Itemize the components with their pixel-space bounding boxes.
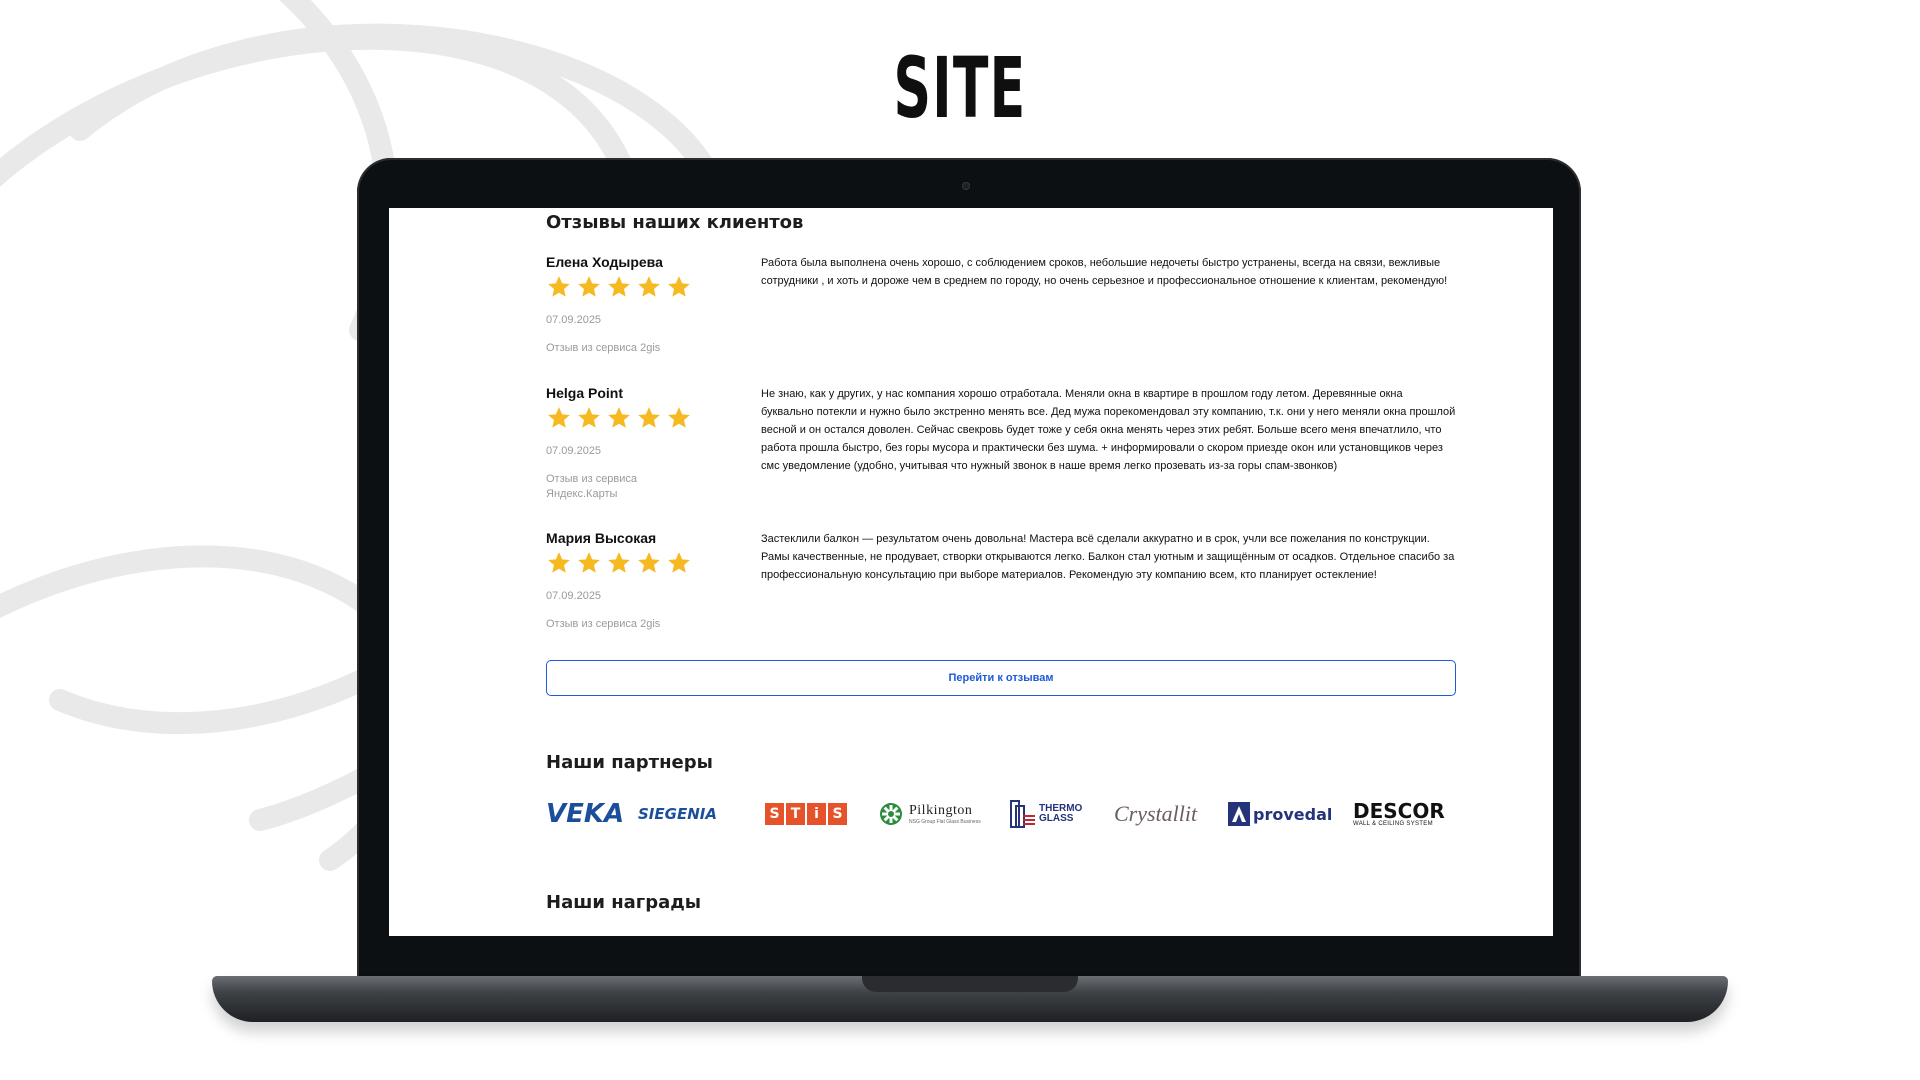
webcam-icon	[962, 182, 970, 190]
star-icon	[578, 552, 600, 573]
partners-section-title: Наши партнеры	[546, 752, 713, 773]
pilkington-subtitle: NSG Group Flat Glass Business	[909, 819, 981, 825]
laptop-base	[212, 976, 1728, 1022]
page-headline: SITE	[893, 39, 1027, 137]
star-icon	[638, 407, 660, 428]
rating-stars	[546, 550, 692, 576]
star-icon	[668, 276, 690, 297]
crystallit-logo: Crystallit	[1114, 801, 1198, 826]
descor-wordmark: DESCOR	[1353, 799, 1445, 823]
glass-wordmark: GLASS	[1039, 813, 1074, 824]
review-date: 07.09.2025	[546, 445, 602, 457]
star-icon	[638, 552, 660, 573]
provedal-emblem-icon	[1228, 802, 1250, 826]
star-icon	[638, 276, 660, 297]
star-icon	[608, 552, 630, 573]
go-to-reviews-button[interactable]: Перейти к отзывам	[546, 660, 1456, 696]
review-text: Работа была выполнена очень хорошо, с со…	[761, 257, 1448, 287]
reviewer-name: Мария Высокая	[546, 530, 657, 546]
descor-subtitle: WALL & CEILING SYSTEM	[1353, 821, 1433, 827]
star-icon	[578, 407, 600, 428]
star-icon	[578, 276, 600, 297]
pilkington-emblem-icon	[880, 803, 902, 825]
thermoglass-logo: THERMO GLASS	[1009, 792, 1082, 836]
laptop-screen: Отзывы наших клиентов Елена Ходырева 07.…	[389, 208, 1553, 936]
reviewer-name: Helga Point	[546, 385, 624, 401]
rating-stars	[546, 405, 692, 431]
veka-logo: VEKA	[546, 799, 625, 829]
pilkington-wordmark: Pilkington	[909, 803, 973, 818]
stis-letter: S	[828, 803, 847, 825]
review-date: 07.09.2025	[546, 590, 602, 602]
review-source: Отзыв из сервиса 2gis	[546, 618, 661, 630]
star-icon	[608, 276, 630, 297]
awards-section-title: Наши награды	[546, 892, 702, 913]
descor-logo: DESCOR WALL & CEILING SYSTEM	[1353, 792, 1445, 836]
stis-letter: S	[765, 803, 784, 825]
review-text: Застеклили балкон — результатом очень до…	[761, 533, 1455, 581]
review-source: Отзыв из сервиса Яндекс.Карты	[546, 473, 638, 500]
review-source: Отзыв из сервиса 2gis	[546, 342, 661, 354]
pilkington-logo: Pilkington NSG Group Flat Glass Business	[879, 792, 981, 836]
partners-logo-row: VEKA SIEGENIA S T i S Pilkington NSG Gro…	[546, 792, 1456, 836]
star-icon	[548, 552, 570, 573]
star-icon	[548, 407, 570, 428]
provedal-wordmark: provedal	[1253, 804, 1333, 824]
thermoglass-emblem-icon	[1010, 800, 1035, 828]
rating-stars	[546, 274, 692, 300]
laptop-mockup: Отзывы наших клиентов Елена Ходырева 07.…	[357, 158, 1581, 980]
review-text: Не знаю, как у других, у нас компания хо…	[761, 388, 1456, 472]
review-date: 07.09.2025	[546, 314, 602, 326]
reviews-section-title: Отзывы наших клиентов	[546, 212, 804, 233]
reviewer-name: Елена Ходырева	[546, 254, 663, 270]
stis-letter: i	[807, 803, 826, 825]
star-icon	[668, 552, 690, 573]
provedal-logo: provedal	[1228, 792, 1332, 836]
siegenia-logo: SIEGENIA	[638, 805, 717, 823]
stis-logo: S T i S	[765, 792, 847, 836]
star-icon	[608, 407, 630, 428]
star-icon	[548, 276, 570, 297]
stis-letter: T	[786, 803, 805, 825]
star-icon	[668, 407, 690, 428]
laptop-opening-notch	[862, 976, 1078, 992]
